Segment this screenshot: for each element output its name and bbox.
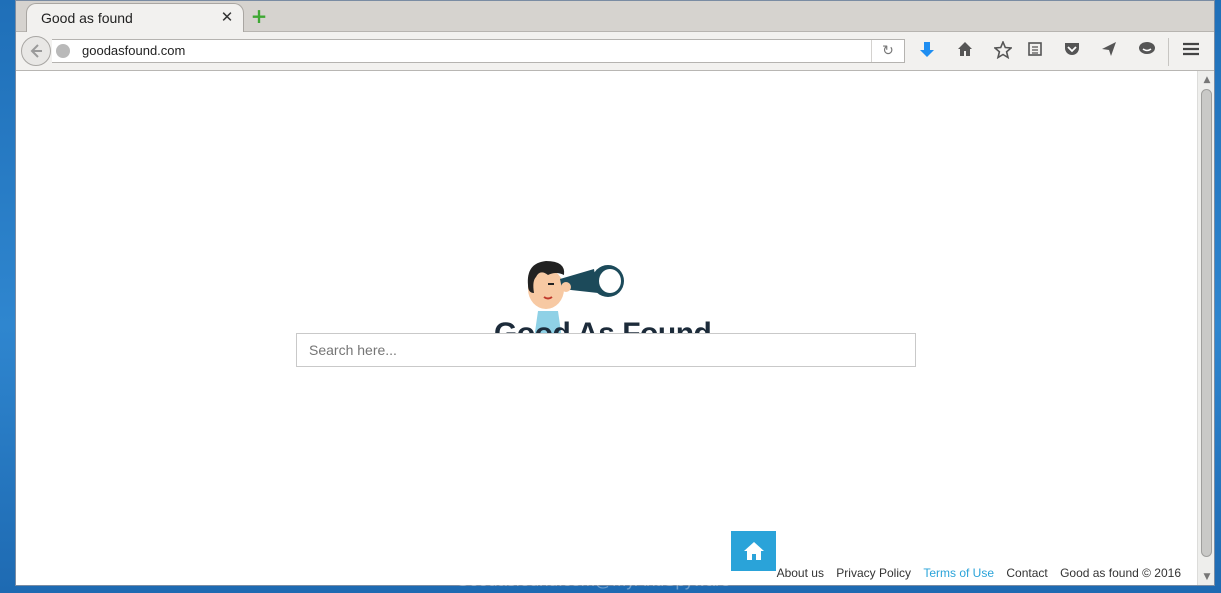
footer-link-terms-of-use[interactable]: Terms of Use [923,566,994,580]
download-icon[interactable] [916,41,938,63]
watermark-text: Goodasfound.com@MyAntiSpyware [456,571,731,590]
home-icon[interactable] [954,41,976,63]
back-button[interactable] [21,36,51,66]
hamburger-menu-icon[interactable] [1180,41,1202,63]
vertical-scrollbar[interactable]: ▲ ▼ [1197,71,1214,585]
footer-link-privacy-policy[interactable]: Privacy Policy [836,566,911,580]
pocket-icon[interactable] [1061,41,1083,63]
copyright-text: Good as found © 2016 [1060,566,1181,580]
footer: About us Privacy Policy Terms of Use Con… [768,566,1181,580]
footer-link-about-us[interactable]: About us [777,566,824,580]
share-icon[interactable] [1098,41,1120,63]
url-text: goodasfound.com [82,43,186,58]
home-button[interactable] [731,531,776,571]
close-tab-icon[interactable]: ✕ [219,8,235,26]
bookmark-star-icon[interactable] [992,39,1014,63]
tab-good-as-found[interactable]: Good as found ✕ [26,3,244,32]
tab-title: Good as found [41,10,133,26]
reload-icon[interactable]: ↻ [871,40,904,62]
chat-icon[interactable] [1136,41,1158,63]
url-bar[interactable]: goodasfound.com ↻ [52,39,905,63]
footer-link-contact[interactable]: Contact [1006,566,1047,580]
scroll-thumb[interactable] [1201,89,1212,557]
back-arrow-icon [30,44,42,58]
browser-window: Good as found ✕ + goodasfound.com ↻ Good… [15,0,1215,586]
home-icon [743,542,764,560]
page-content: Good As Found About us Privacy Policy Te… [16,71,1197,585]
reading-list-icon[interactable] [1024,41,1046,63]
new-tab-icon[interactable]: + [249,6,269,26]
globe-icon [56,44,70,58]
scroll-up-icon[interactable]: ▲ [1202,75,1212,85]
toolbar-separator [1168,38,1169,66]
navigation-bar: goodasfound.com ↻ [16,32,1214,71]
search-input[interactable] [296,333,916,367]
tab-strip: Good as found ✕ + [16,1,1214,32]
scroll-down-icon[interactable]: ▼ [1202,572,1212,582]
site-logo: Good As Found [486,249,716,339]
